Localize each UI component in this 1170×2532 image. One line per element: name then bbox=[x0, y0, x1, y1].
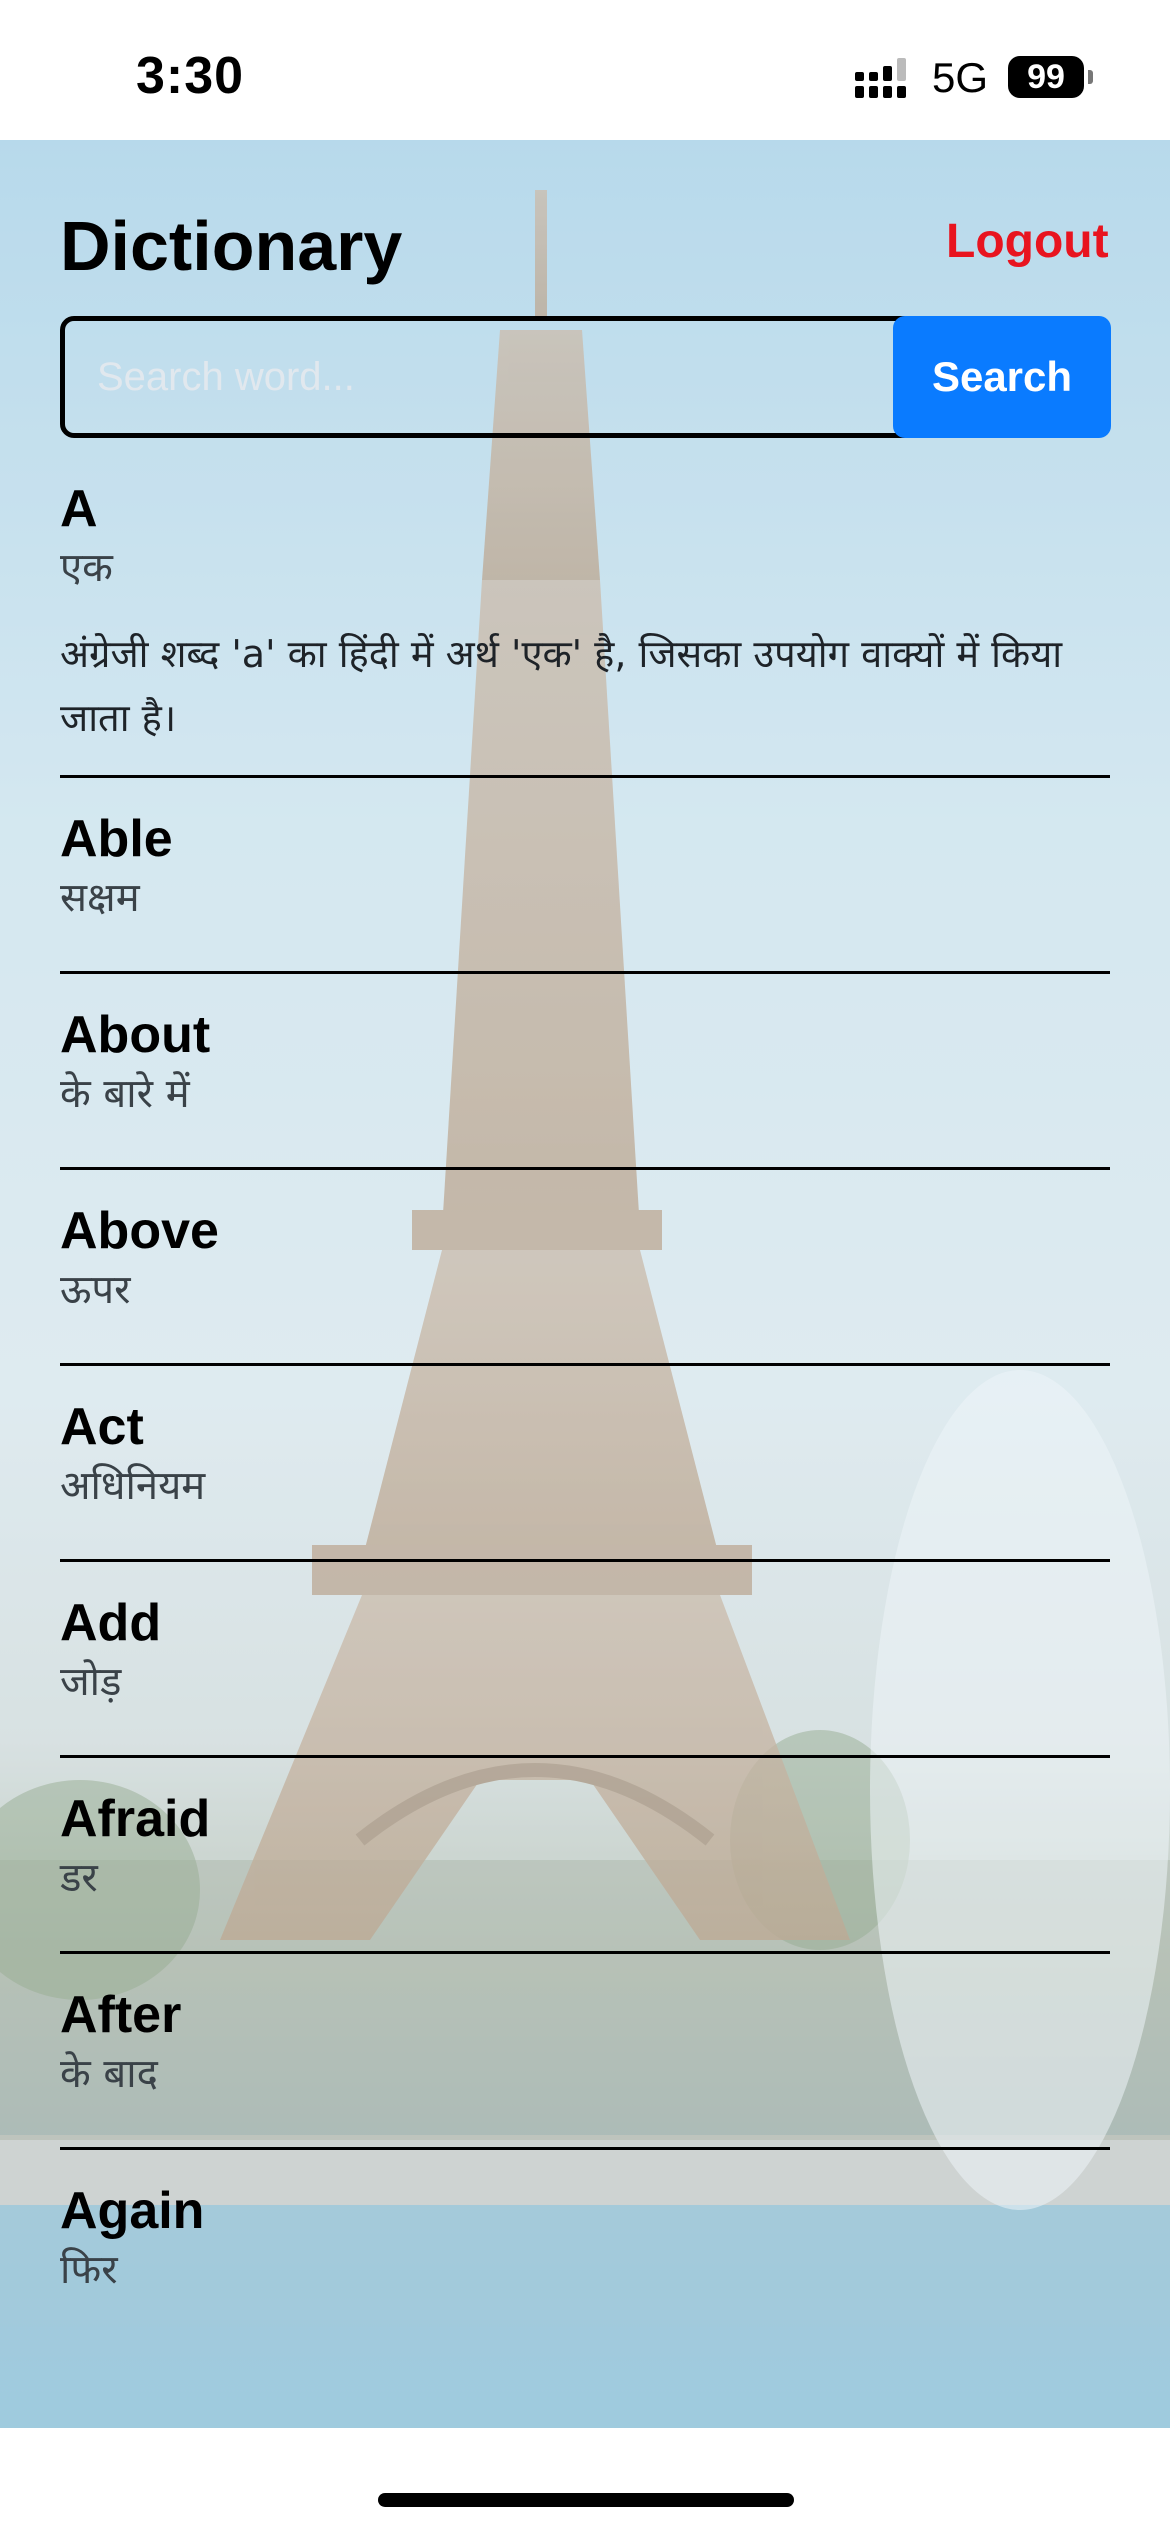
word-title: Afraid bbox=[60, 1790, 211, 1848]
battery-tip bbox=[1088, 70, 1093, 84]
word-title: Again bbox=[60, 2182, 205, 2240]
word-meaning: के बारे में bbox=[60, 1071, 190, 1117]
search-button[interactable]: Search bbox=[893, 316, 1111, 438]
battery-icon: 99 bbox=[1008, 56, 1084, 98]
list-item[interactable]: A एक अंग्रेजी शब्द 'a' का हिंदी में अर्थ… bbox=[60, 460, 1110, 778]
word-title: After bbox=[60, 1986, 182, 2044]
word-meaning: अधिनियम bbox=[60, 1463, 206, 1509]
word-description: अंग्रेजी शब्द 'a' का हिंदी में अर्थ 'एक'… bbox=[60, 632, 1063, 740]
dictionary-screen: Dictionary Logout Search A एक अंग्रेजी श… bbox=[0, 140, 1170, 2428]
list-item[interactable]: Able सक्षम bbox=[60, 778, 1110, 974]
cellular-signal-icon bbox=[855, 58, 906, 98]
word-meaning: डर bbox=[60, 1855, 98, 1901]
list-item[interactable]: Again फिर bbox=[60, 2150, 1110, 2346]
word-title: A bbox=[60, 480, 98, 538]
word-title: Act bbox=[60, 1398, 144, 1456]
word-title: Above bbox=[60, 1202, 219, 1260]
list-item[interactable]: After के बाद bbox=[60, 1954, 1110, 2150]
word-list: A एक अंग्रेजी शब्द 'a' का हिंदी में अर्थ… bbox=[60, 460, 1110, 2346]
logout-button[interactable]: Logout bbox=[946, 214, 1109, 269]
main-content: Dictionary Logout Search A एक अंग्रेजी श… bbox=[0, 140, 1170, 2428]
word-meaning: के बाद bbox=[60, 2051, 158, 2097]
network-type: 5G bbox=[932, 54, 989, 101]
home-indicator[interactable] bbox=[378, 2493, 794, 2507]
word-meaning: सक्षम bbox=[60, 875, 140, 921]
list-item[interactable]: Act अधिनियम bbox=[60, 1366, 1110, 1562]
word-title: About bbox=[60, 1006, 211, 1064]
list-item[interactable]: Afraid डर bbox=[60, 1758, 1110, 1954]
word-title: Add bbox=[60, 1594, 162, 1652]
word-meaning: ऊपर bbox=[60, 1267, 131, 1313]
word-title: Able bbox=[60, 810, 173, 868]
list-item[interactable]: About के बारे में bbox=[60, 974, 1110, 1170]
status-time: 3:30 bbox=[136, 47, 245, 105]
list-item[interactable]: Above ऊपर bbox=[60, 1170, 1110, 1366]
page-title: Dictionary bbox=[60, 207, 403, 285]
word-meaning: फिर bbox=[60, 2247, 118, 2293]
status-bar: 3:30 5G 99 bbox=[0, 0, 1170, 140]
search-input[interactable] bbox=[60, 316, 926, 438]
bottom-safe-area bbox=[0, 2428, 1170, 2532]
word-meaning: जोड़ bbox=[60, 1659, 122, 1705]
word-meaning: एक bbox=[60, 545, 113, 591]
list-item[interactable]: Add जोड़ bbox=[60, 1562, 1110, 1758]
